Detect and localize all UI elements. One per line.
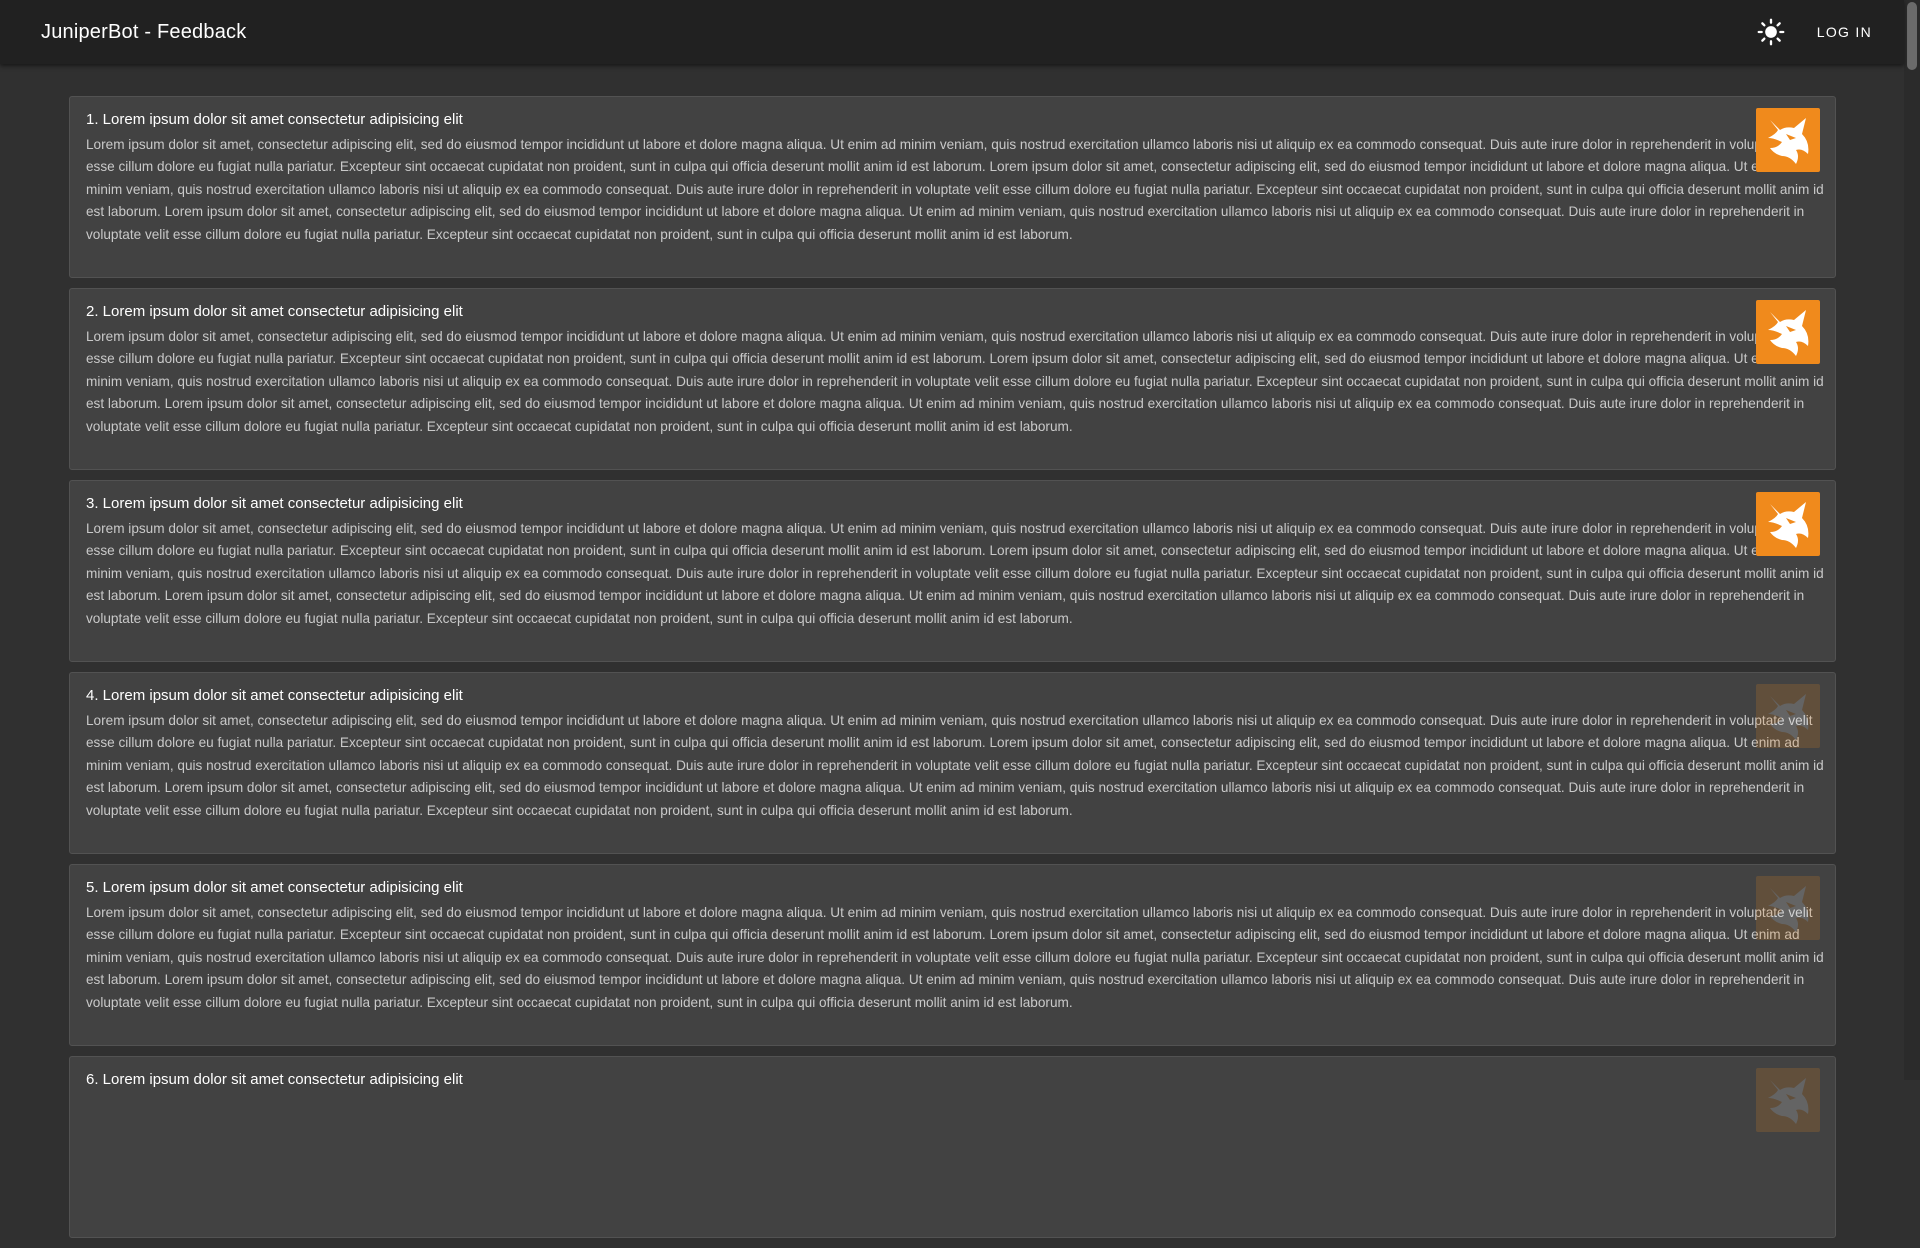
- feedback-list: 1. Lorem ipsum dolor sit amet consectetu…: [69, 96, 1836, 1248]
- feedback-card: 2. Lorem ipsum dolor sit amet consectetu…: [69, 288, 1836, 470]
- feedback-card: 1. Lorem ipsum dolor sit amet consectetu…: [69, 96, 1836, 278]
- fox-logo-icon: [1756, 300, 1820, 364]
- feedback-card: 6. Lorem ipsum dolor sit amet consectetu…: [69, 1056, 1836, 1238]
- fox-logo-icon: [1756, 876, 1820, 940]
- app-title: JuniperBot - Feedback: [41, 20, 247, 43]
- scrollbar-thumb[interactable]: [1907, 2, 1917, 70]
- feedback-card: 3. Lorem ipsum dolor sit amet consectetu…: [69, 480, 1836, 662]
- feedback-title: 5. Lorem ipsum dolor sit amet consectetu…: [86, 879, 463, 896]
- fox-logo-icon: [1756, 1068, 1820, 1132]
- theme-toggle-button[interactable]: [1747, 8, 1795, 56]
- feedback-text: Lorem ipsum dolor sit amet, consectetur …: [86, 521, 1824, 626]
- feedback-card: 4. Lorem ipsum dolor sit amet consectetu…: [69, 672, 1836, 854]
- login-button[interactable]: LOG IN: [1805, 16, 1884, 48]
- fox-logo-icon: [1756, 492, 1820, 556]
- app-bar: JuniperBot - Feedback LOG IN: [0, 0, 1904, 64]
- fox-logo-icon: [1756, 108, 1820, 172]
- feedback-title: 4. Lorem ipsum dolor sit amet consectetu…: [86, 687, 463, 704]
- feedback-text: Lorem ipsum dolor sit amet, consectetur …: [86, 329, 1824, 434]
- feedback-text: Lorem ipsum dolor sit amet, consectetur …: [86, 137, 1824, 242]
- fox-logo-icon: [1756, 684, 1820, 748]
- page-scrollbar[interactable]: [1904, 0, 1920, 1080]
- sun-icon: [1757, 18, 1785, 46]
- feedback-card: 5. Lorem ipsum dolor sit amet consectetu…: [69, 864, 1836, 1046]
- feedback-title: 1. Lorem ipsum dolor sit amet consectetu…: [86, 111, 463, 128]
- feedback-text: Lorem ipsum dolor sit amet, consectetur …: [86, 713, 1824, 818]
- feedback-title: 3. Lorem ipsum dolor sit amet consectetu…: [86, 495, 463, 512]
- feedback-text: Lorem ipsum dolor sit amet, consectetur …: [86, 905, 1824, 1010]
- feedback-title: 2. Lorem ipsum dolor sit amet consectetu…: [86, 303, 463, 320]
